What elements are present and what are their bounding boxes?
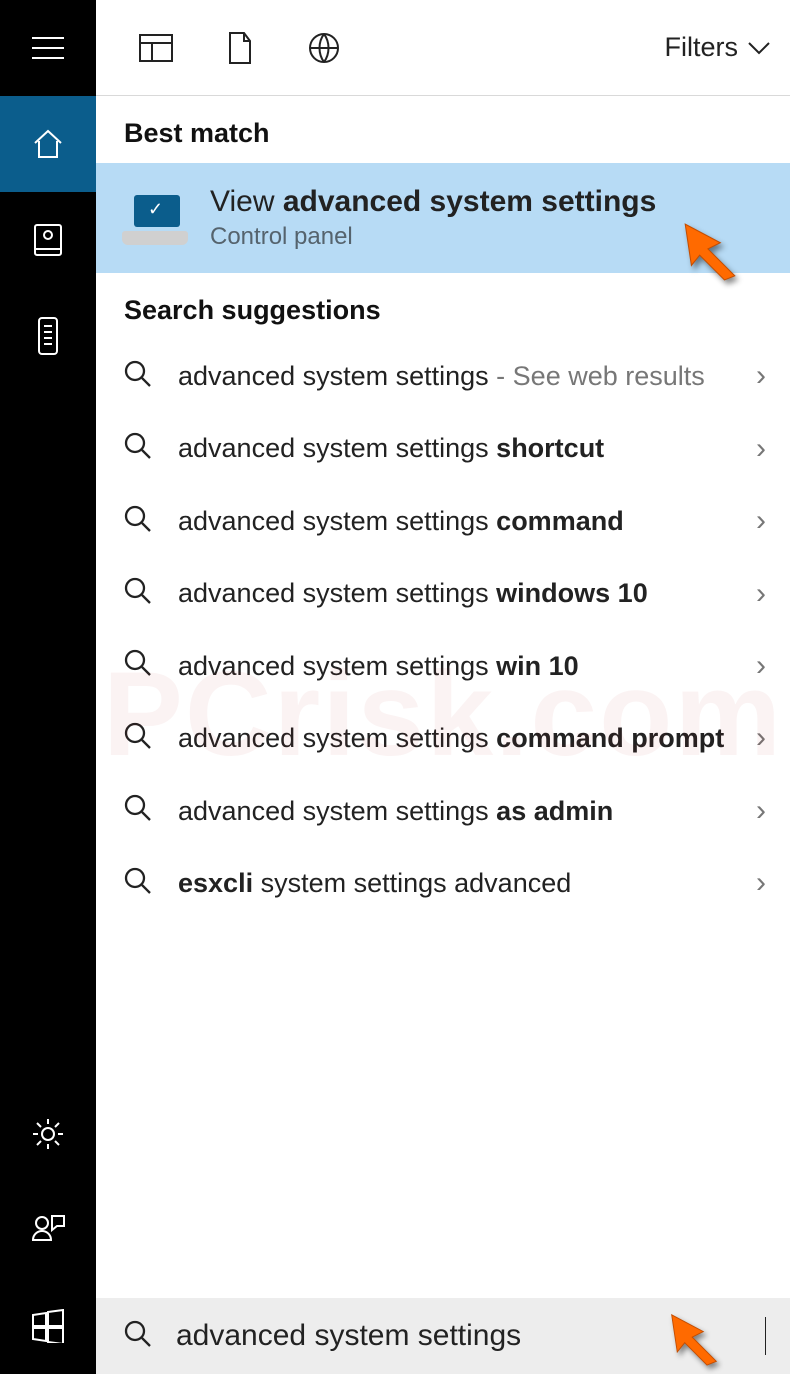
control-panel-icon [120,191,190,245]
suggestion-item[interactable]: esxcli system settings advanced› [96,847,790,919]
search-icon [124,1320,160,1353]
filters-label: Filters [665,32,739,63]
suggestion-text: advanced system settings windows 10 [178,575,748,611]
suggestion-text: advanced system settings command [178,503,748,539]
hamburger-menu-button[interactable] [0,0,96,96]
chevron-right-icon: › [756,794,766,828]
search-icon [124,505,160,538]
search-input[interactable] [176,1319,767,1353]
feedback-icon [30,1214,66,1246]
cortana-sidebar [0,0,96,1374]
suggestion-item[interactable]: advanced system settings windows 10› [96,557,790,629]
settings-button[interactable] [0,1086,96,1182]
search-icon [124,794,160,827]
home-icon [31,127,65,161]
suggestion-text: advanced system settings - See web resul… [178,358,748,394]
sidebar-item-1[interactable] [0,192,96,288]
results-area: Best match View advanced system settings… [96,96,790,1298]
chevron-right-icon: › [756,866,766,900]
chevron-down-icon [746,40,772,56]
windows-logo-icon [31,1309,65,1343]
suggestion-item[interactable]: advanced system settings win 10› [96,630,790,702]
search-bar[interactable] [96,1298,790,1374]
suggestions-header: Search suggestions [96,273,790,340]
gear-icon [30,1116,66,1152]
suggestion-text: esxcli system settings advanced [178,865,748,901]
scope-apps-button[interactable] [124,33,188,63]
sidebar-home-button[interactable] [0,96,96,192]
chevron-right-icon: › [756,577,766,611]
search-icon [124,577,160,610]
feedback-button[interactable] [0,1182,96,1278]
chevron-right-icon: › [756,432,766,466]
best-match-header: Best match [96,96,790,163]
suggestion-text: advanced system settings as admin [178,793,748,829]
remote-icon [37,316,59,356]
search-icon [124,360,160,393]
suggestion-list: advanced system settings - See web resul… [96,340,790,920]
search-panel: PCrisk.com Filters Best match [96,0,790,1374]
suggestion-item[interactable]: advanced system settings command prompt› [96,702,790,774]
suggestion-item[interactable]: advanced system settings command› [96,485,790,557]
best-match-result[interactable]: View advanced system settings Control pa… [96,163,790,273]
card-icon [33,223,63,257]
sidebar-item-2[interactable] [0,288,96,384]
suggestion-text: advanced system settings win 10 [178,648,748,684]
chevron-right-icon: › [756,504,766,538]
text-cursor [765,1317,766,1355]
apps-scope-icon [138,33,174,63]
document-scope-icon [226,31,254,65]
chevron-right-icon: › [756,359,766,393]
search-icon [124,867,160,900]
scope-toolbar: Filters [96,0,790,96]
suggestion-item[interactable]: advanced system settings as admin› [96,775,790,847]
search-icon [124,432,160,465]
hamburger-icon [31,36,65,60]
chevron-right-icon: › [756,721,766,755]
web-scope-icon [307,31,341,65]
best-match-title: View advanced system settings [210,185,656,219]
suggestion-text: advanced system settings shortcut [178,430,748,466]
suggestion-item[interactable]: advanced system settings - See web resul… [96,340,790,412]
suggestion-item[interactable]: advanced system settings shortcut› [96,412,790,484]
start-button[interactable] [0,1278,96,1374]
suggestion-text: advanced system settings command prompt [178,720,748,756]
search-icon [124,649,160,682]
filters-button[interactable]: Filters [665,32,773,63]
best-match-subtitle: Control panel [210,223,656,251]
scope-documents-button[interactable] [208,31,272,65]
chevron-right-icon: › [756,649,766,683]
search-icon [124,722,160,755]
scope-web-button[interactable] [292,31,356,65]
